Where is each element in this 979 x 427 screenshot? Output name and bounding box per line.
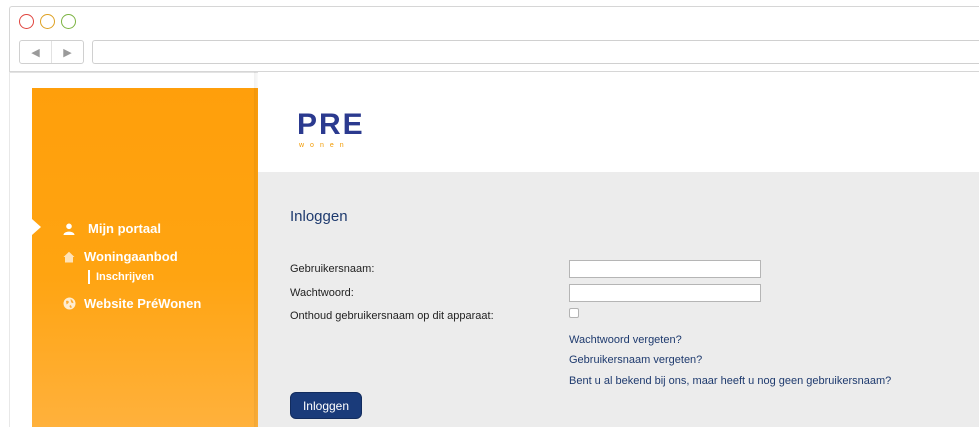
- house-icon: [62, 250, 76, 264]
- back-arrow-icon[interactable]: ◀: [20, 41, 51, 63]
- forgot-username-link[interactable]: Gebruikersnaam vergeten?: [569, 354, 702, 366]
- sidebar-item-label: Mijn portaal: [88, 221, 161, 236]
- page-title: Inloggen: [290, 208, 348, 225]
- remember-username-label: Onthoud gebruikersnaam op dit apparaat:: [290, 310, 494, 322]
- logo-subtext: wonen: [299, 142, 350, 149]
- active-item-caret-icon: [32, 219, 41, 235]
- maximize-window-button[interactable]: [61, 14, 76, 29]
- user-icon: [62, 222, 76, 236]
- navigation-buttons: ◀ ▶: [19, 40, 84, 64]
- forgot-password-link[interactable]: Wachtwoord vergeten?: [569, 334, 682, 346]
- minimize-window-button[interactable]: [40, 14, 55, 29]
- header: [258, 72, 979, 172]
- prewonen-logo[interactable]: PRE wonen: [297, 108, 365, 150]
- username-input[interactable]: [569, 260, 761, 278]
- sidebar-item-woningaanbod[interactable]: Woningaanbod: [62, 249, 178, 264]
- sidebar-item-mijn-portaal[interactable]: Mijn portaal: [62, 221, 161, 236]
- username-label: Gebruikersnaam:: [290, 263, 375, 275]
- sidebar-item-label: Website PréWonen: [84, 296, 202, 311]
- sidebar-subitem-inschrijven[interactable]: Inschrijven: [88, 270, 154, 284]
- window-left-edge: [9, 72, 10, 427]
- login-button[interactable]: Inloggen: [290, 392, 362, 419]
- sidebar-item-label: Woningaanbod: [84, 249, 178, 264]
- browser-window-chrome: ◀ ▶: [9, 6, 979, 72]
- sidebar-item-website-prewonen[interactable]: Website PréWonen: [62, 296, 201, 311]
- password-input[interactable]: [569, 284, 761, 302]
- forward-arrow-icon[interactable]: ▶: [51, 41, 83, 63]
- request-username-link[interactable]: Bent u al bekend bij ons, maar heeft u n…: [569, 375, 891, 387]
- close-window-button[interactable]: [19, 14, 34, 29]
- address-bar[interactable]: [92, 40, 979, 64]
- sidebar-subitem-label: Inschrijven: [96, 271, 155, 283]
- logo-text: PRE: [297, 108, 365, 141]
- remember-username-checkbox[interactable]: [569, 308, 579, 318]
- password-label: Wachtwoord:: [290, 287, 354, 299]
- subitem-indicator: [88, 270, 90, 284]
- globe-icon: [62, 297, 76, 311]
